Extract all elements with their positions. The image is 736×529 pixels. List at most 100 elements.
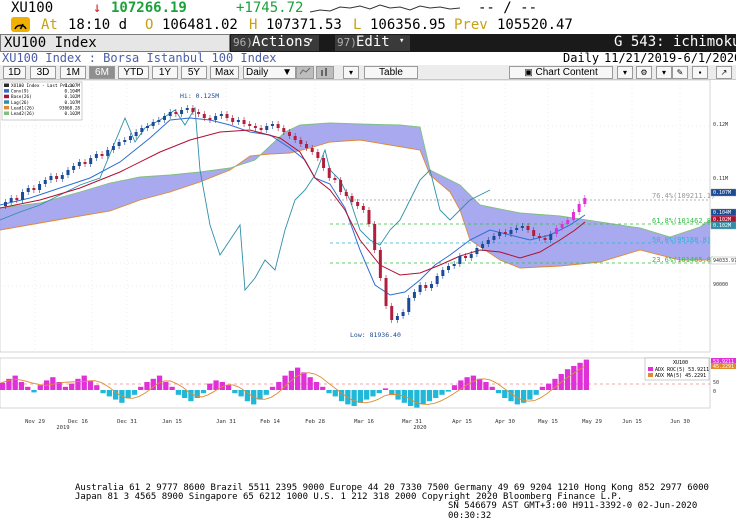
pin-icon[interactable]: ▾	[656, 66, 672, 79]
candle-body	[464, 256, 468, 258]
candle-body	[72, 166, 76, 170]
open-label: O	[145, 17, 154, 33]
adx-roc-bar	[188, 390, 194, 402]
adx-roc-bar	[238, 390, 244, 397]
candle-body	[276, 124, 280, 128]
candle-body	[310, 148, 314, 152]
candle-body	[94, 154, 98, 158]
chart-type-bar-icon[interactable]	[316, 66, 334, 79]
low-annotation: Low: 81936.40	[350, 331, 401, 339]
adx-roc-bar	[207, 383, 213, 390]
adx-roc-bar	[351, 390, 357, 406]
candle-body	[418, 285, 422, 292]
adx-roc-bar	[94, 385, 100, 390]
adx-roc-bar	[81, 375, 87, 390]
adx-roc-bar	[144, 382, 150, 390]
oscillator-axis: 53.921145.2291500	[711, 358, 736, 395]
x-tick-label: Jan 15	[162, 419, 182, 425]
candle-body	[429, 284, 433, 288]
chart-type-line-icon[interactable]	[296, 66, 314, 79]
quote-row: XU100 ↓ 107266.19 +1745.72 -- / --	[0, 0, 736, 17]
candle-body	[384, 278, 388, 306]
candle-body	[287, 132, 291, 136]
legend-label: Lead1(26)	[11, 105, 34, 111]
net-change: +1745.72	[236, 0, 304, 16]
candle-body	[66, 170, 70, 175]
adx-roc-bar	[213, 380, 219, 390]
adx-roc-bar	[564, 369, 571, 390]
candle-body	[225, 114, 229, 118]
legend-swatch	[4, 105, 9, 110]
alert-icon[interactable]	[11, 17, 30, 32]
candle-body	[43, 180, 47, 184]
year-label: 2019	[56, 425, 69, 430]
period-3d-button[interactable]: 3D	[30, 66, 56, 79]
candle-body	[316, 152, 320, 158]
save-icon[interactable]: ▪	[692, 66, 708, 79]
candle-body	[356, 202, 360, 206]
axis-tick-label: 0.107M	[713, 190, 731, 196]
axis-tick-label: 0.12M	[713, 122, 728, 128]
adx-roc-bar	[539, 386, 546, 390]
adx-roc-bar	[125, 390, 131, 398]
candle-body	[577, 204, 581, 212]
candle-body	[543, 238, 547, 240]
period-6m-button[interactable]: 6M	[89, 66, 115, 79]
candle-body	[492, 236, 496, 240]
edit-number: 97)	[337, 36, 357, 49]
ticker: XU100	[11, 0, 54, 16]
actions-menu[interactable]: 96) Actions ▾	[231, 34, 319, 51]
chart-area[interactable]: 76.4%(109211.1) 61.8%(101462.8) 50.0%(95…	[0, 79, 736, 431]
candle-body	[526, 226, 530, 230]
adx-roc-bar	[326, 390, 332, 394]
adx-roc-bar	[445, 390, 451, 392]
period-1d-button[interactable]: 1D	[3, 66, 26, 79]
settings-icon[interactable]: ⚙	[636, 66, 652, 79]
ichimoku-chart[interactable]: 76.4%(109211.1) 61.8%(101462.8) 50.0%(95…	[0, 79, 736, 431]
candle-body	[520, 226, 524, 228]
adx-roc-bar	[112, 390, 119, 400]
candle-body	[100, 154, 104, 156]
candle-body	[83, 162, 87, 164]
edit-menu[interactable]: 97) Edit ▾	[335, 34, 410, 51]
candle-body	[38, 184, 42, 190]
security-field[interactable]: XU100 Index	[0, 34, 230, 52]
adx-roc-bar	[106, 390, 112, 397]
candle-body	[322, 158, 326, 168]
chart-content-button[interactable]: ▣ Chart Content	[509, 66, 613, 79]
axis-tick-label: 94033.97	[713, 258, 736, 264]
adx-roc-bar	[426, 390, 433, 402]
legend-value: 0.102M	[64, 111, 80, 117]
period-1y-button[interactable]: 1Y	[152, 66, 178, 79]
period-5y-button[interactable]: 5Y	[181, 66, 207, 79]
candle-body	[537, 236, 541, 238]
chart-style-dropdown[interactable]: ▾	[343, 66, 359, 79]
legend-label: Base(26)	[11, 94, 32, 100]
candle-body	[202, 114, 206, 118]
legend-swatch	[4, 83, 9, 87]
candle-body	[89, 158, 93, 164]
osc-legend: XU100 ADX ROC(5) 53.9211 ADX MA(5) 45.22…	[644, 357, 710, 381]
candle-body	[486, 240, 490, 244]
last-price: 107266.19	[111, 0, 187, 16]
legend-value: 93068.28	[59, 105, 80, 111]
period-ytd-button[interactable]: YTD	[118, 66, 149, 79]
export-icon[interactable]: ↗	[716, 66, 732, 79]
period-max-button[interactable]: Max	[210, 66, 239, 79]
x-tick-label: Jun 15	[622, 419, 642, 425]
down-arrow-icon: ↓	[93, 0, 102, 16]
annotate-icon[interactable]: ✎	[672, 66, 688, 79]
candle-body	[571, 212, 575, 220]
candle-body	[333, 178, 337, 180]
chevron-down-icon: ▾	[348, 68, 353, 77]
adx-roc-bar	[18, 382, 25, 390]
legend-label: Lead2(26)	[11, 111, 34, 117]
axis-tick-label: 0.11M	[713, 176, 728, 182]
adx-roc-bar	[332, 390, 338, 397]
legend-swatch	[4, 89, 9, 93]
table-button[interactable]: Table	[364, 66, 418, 79]
frequency-select[interactable]: Daily ▼	[243, 66, 296, 79]
chart-settings-dropdown[interactable]: ▾	[617, 66, 633, 79]
fib-label: 76.4%(109211.1)	[652, 192, 715, 200]
period-1m-button[interactable]: 1M	[60, 66, 86, 79]
